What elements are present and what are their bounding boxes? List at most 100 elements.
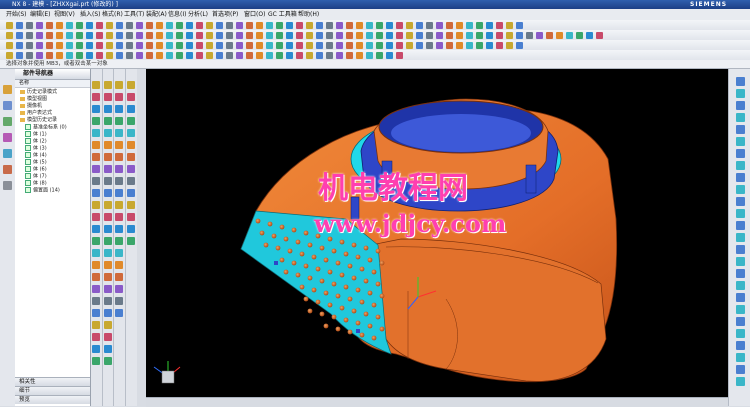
toolbar-tool-icon[interactable]	[406, 22, 413, 29]
toolbar-tool-icon[interactable]	[156, 22, 163, 29]
toolbar-tool-icon[interactable]	[286, 42, 293, 49]
toolbar-tool-icon[interactable]	[156, 42, 163, 49]
toolbar-tool-icon[interactable]	[586, 32, 593, 39]
vertical-tool-icon[interactable]	[127, 141, 135, 149]
toolbar-tool-icon[interactable]	[86, 42, 93, 49]
right-tool-icon[interactable]	[736, 185, 745, 194]
roles-tab-icon[interactable]	[3, 181, 12, 190]
toolbar-tool-icon[interactable]	[26, 22, 33, 29]
toolbar-tool-icon[interactable]	[416, 22, 423, 29]
toolbar-tool-icon[interactable]	[466, 32, 473, 39]
vertical-tool-icon[interactable]	[104, 225, 112, 233]
vertical-tool-icon[interactable]	[104, 357, 112, 365]
toolbar-tool-icon[interactable]	[276, 22, 283, 29]
menu-format[interactable]: 格式(R)	[102, 9, 123, 20]
vertical-tool-icon[interactable]	[104, 153, 112, 161]
toolbar-tool-icon[interactable]	[256, 52, 263, 59]
toolbar-tool-icon[interactable]	[66, 22, 73, 29]
toolbar-tool-icon[interactable]	[226, 22, 233, 29]
toolbar-tool-icon[interactable]	[96, 32, 103, 39]
toolbar-tool-icon[interactable]	[46, 52, 53, 59]
toolbar-tool-icon[interactable]	[306, 52, 313, 59]
vertical-tool-icon[interactable]	[92, 177, 100, 185]
toolbar-tool-icon[interactable]	[346, 22, 353, 29]
toolbar-tool-icon[interactable]	[106, 32, 113, 39]
right-tool-icon[interactable]	[736, 281, 745, 290]
toolbar-tool-icon[interactable]	[186, 22, 193, 29]
toolbar-tool-icon[interactable]	[396, 22, 403, 29]
toolbar-tool-icon[interactable]	[216, 52, 223, 59]
toolbar-tool-icon[interactable]	[6, 52, 13, 59]
vertical-tool-icon[interactable]	[127, 201, 135, 209]
vertical-tool-icon[interactable]	[115, 261, 123, 269]
right-tool-icon[interactable]	[736, 233, 745, 242]
toolbar-tool-icon[interactable]	[16, 32, 23, 39]
navigator-tree-item[interactable]: 用户表达式	[20, 110, 52, 117]
vertical-tool-icon[interactable]	[92, 117, 100, 125]
toolbar-tool-icon[interactable]	[226, 42, 233, 49]
vertical-tool-icon[interactable]	[127, 177, 135, 185]
toolbar-tool-icon[interactable]	[126, 42, 133, 49]
vertical-tool-icon[interactable]	[115, 225, 123, 233]
vertical-tool-icon[interactable]	[92, 345, 100, 353]
toolbar-tool-icon[interactable]	[136, 22, 143, 29]
toolbar-tool-icon[interactable]	[116, 52, 123, 59]
toolbar-tool-icon[interactable]	[496, 42, 503, 49]
toolbar-tool-icon[interactable]	[286, 22, 293, 29]
vertical-tool-icon[interactable]	[127, 153, 135, 161]
toolbar-tool-icon[interactable]	[146, 52, 153, 59]
vertical-tool-icon[interactable]	[127, 213, 135, 221]
toolbar-tool-icon[interactable]	[376, 22, 383, 29]
toolbar-tool-icon[interactable]	[96, 22, 103, 29]
menu-start[interactable]: 开始(S)	[6, 9, 27, 20]
toolbar-tool-icon[interactable]	[396, 42, 403, 49]
right-tool-icon[interactable]	[736, 305, 745, 314]
right-tool-icon[interactable]	[736, 197, 745, 206]
vertical-tool-icon[interactable]	[115, 117, 123, 125]
toolbar-tool-icon[interactable]	[26, 32, 33, 39]
toolbar-tool-icon[interactable]	[16, 22, 23, 29]
right-tool-icon[interactable]	[736, 245, 745, 254]
toolbar-tool-icon[interactable]	[446, 22, 453, 29]
toolbar-tool-icon[interactable]	[46, 42, 53, 49]
toolbar-tool-icon[interactable]	[306, 32, 313, 39]
vertical-tool-icon[interactable]	[115, 285, 123, 293]
toolbar-tool-icon[interactable]	[236, 52, 243, 59]
toolbar-tool-icon[interactable]	[216, 32, 223, 39]
vertical-tool-icon[interactable]	[104, 93, 112, 101]
navigator-tree-item[interactable]: 偏置面 (14)	[25, 187, 60, 194]
toolbar-tool-icon[interactable]	[406, 42, 413, 49]
toolbar-tool-icon[interactable]	[176, 42, 183, 49]
toolbar-tool-icon[interactable]	[176, 32, 183, 39]
toolbar-tool-icon[interactable]	[396, 32, 403, 39]
menu-assembly[interactable]: 装配(A)	[146, 9, 167, 20]
right-tool-icon[interactable]	[736, 293, 745, 302]
toolbar-tool-icon[interactable]	[36, 22, 43, 29]
vertical-tool-icon[interactable]	[104, 237, 112, 245]
toolbar-tool-icon[interactable]	[476, 22, 483, 29]
vertical-tool-icon[interactable]	[127, 165, 135, 173]
toolbar-tool-icon[interactable]	[366, 42, 373, 49]
vertical-tool-icon[interactable]	[92, 237, 100, 245]
vertical-tool-icon[interactable]	[127, 237, 135, 245]
toolbar-tool-icon[interactable]	[386, 52, 393, 59]
toolbar-tool-icon[interactable]	[86, 52, 93, 59]
toolbar-tool-icon[interactable]	[166, 52, 173, 59]
toolbar-tool-icon[interactable]	[186, 42, 193, 49]
toolbar-tool-icon[interactable]	[136, 32, 143, 39]
toolbar-tool-icon[interactable]	[46, 22, 53, 29]
toolbar-tool-icon[interactable]	[316, 42, 323, 49]
toolbar-tool-icon[interactable]	[6, 42, 13, 49]
toolbar-tool-icon[interactable]	[116, 32, 123, 39]
toolbar-tool-icon[interactable]	[206, 22, 213, 29]
vertical-tool-icon[interactable]	[127, 225, 135, 233]
vertical-tool-icon[interactable]	[115, 201, 123, 209]
toolbar-tool-icon[interactable]	[346, 32, 353, 39]
toolbar-tool-icon[interactable]	[146, 42, 153, 49]
toolbar-tool-icon[interactable]	[266, 42, 273, 49]
vertical-tool-icon[interactable]	[127, 93, 135, 101]
toolbar-tool-icon[interactable]	[256, 42, 263, 49]
vertical-tool-icon[interactable]	[92, 309, 100, 317]
vertical-tool-icon[interactable]	[104, 81, 112, 89]
toolbar-tool-icon[interactable]	[86, 22, 93, 29]
